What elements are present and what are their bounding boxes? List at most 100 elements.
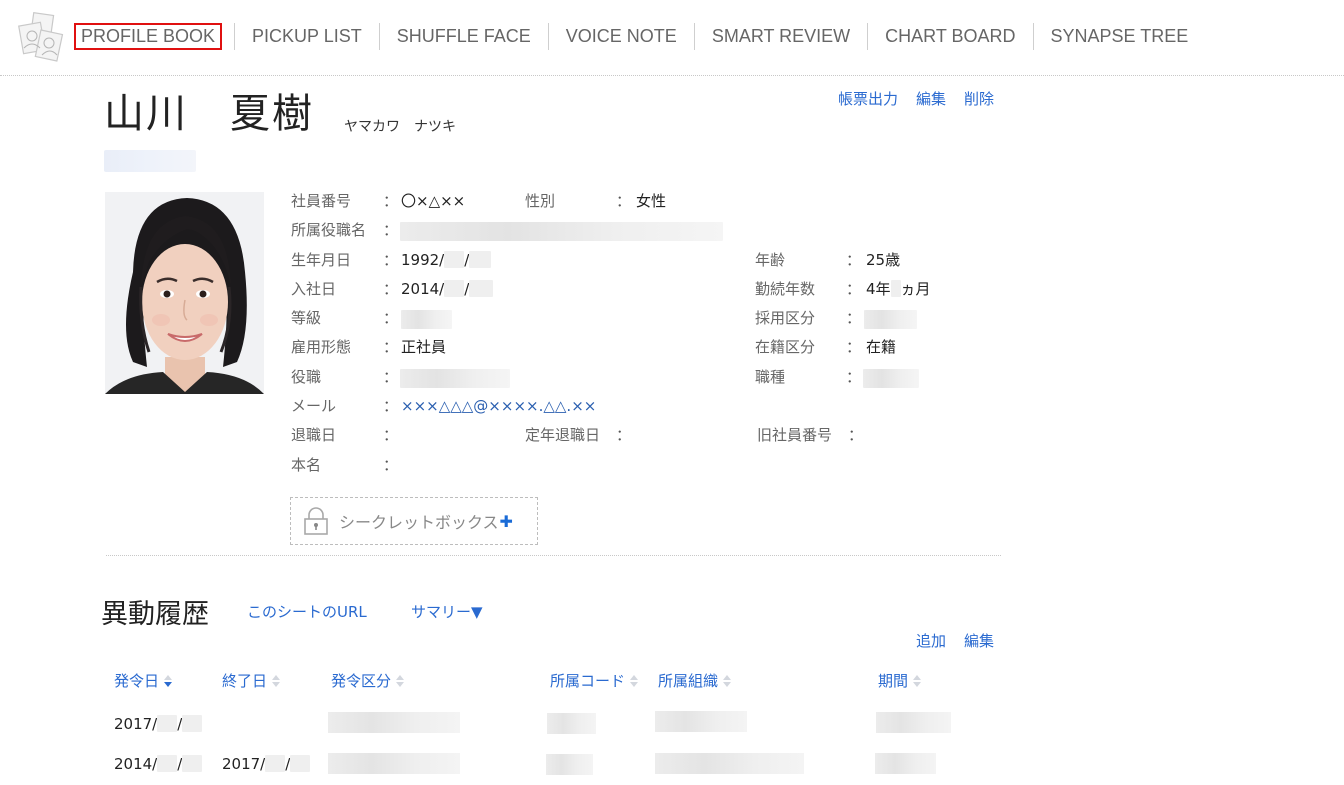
redacted <box>157 755 178 772</box>
colon: ： <box>846 309 862 328</box>
delete-profile-link[interactable]: 削除 <box>964 88 994 109</box>
join-date-label: 入社日 <box>291 279 337 298</box>
end-date-cell: 2017// <box>222 752 311 773</box>
colon: ： <box>383 192 399 210</box>
job-type-label: 職種 <box>755 367 786 386</box>
nav-voice-note[interactable]: VOICE NOTE <box>547 23 694 50</box>
nav-chart-board[interactable]: CHART BOARD <box>867 23 1032 50</box>
sort-icon <box>630 674 639 687</box>
secret-box-button[interactable]: シークレットボックス ✚ <box>290 497 538 545</box>
colon: ： <box>383 338 399 357</box>
colon: ： <box>848 426 864 445</box>
secret-box-label: シークレットボックス <box>339 513 499 532</box>
birthdate-year: 1992/ <box>401 250 445 269</box>
redacted-badge <box>104 150 196 172</box>
period-redacted <box>875 753 936 774</box>
start-year: 2014/ <box>114 755 158 773</box>
column-header-organization[interactable]: 所属組織 <box>658 670 732 691</box>
tenure-label: 勤続年数 <box>755 279 816 298</box>
info-row: 入社日 ： 2014// 勤続年数 ： 4年 ヵ月 <box>291 275 1011 304</box>
issue-type-redacted <box>328 712 460 733</box>
organization-redacted <box>655 753 804 774</box>
column-label: 所属組織 <box>658 672 719 690</box>
info-row: 役職 ： 職種 ： <box>291 363 1011 392</box>
birthdate-value: 1992// <box>401 246 492 275</box>
redacted <box>265 755 286 772</box>
info-row: 生年月日 ： 1992// 年齢 ： 25歳 <box>291 246 1011 275</box>
colon: ： <box>383 221 399 240</box>
job-type-value-redacted <box>863 368 919 388</box>
column-header-period[interactable]: 期間 <box>878 670 922 691</box>
profile-info: 社員番号 ： 〇×△×× 性別 ： 女性 所属役職名 ： 生年月日 ： 1992… <box>291 187 1011 480</box>
affiliation-title-value-redacted <box>400 222 723 242</box>
redacted <box>890 279 901 297</box>
employee-no-value: 〇×△×× <box>401 192 466 210</box>
column-header-end-date[interactable]: 終了日 <box>222 670 281 691</box>
profile-actions: 帳票出力 編集 削除 <box>838 88 994 109</box>
position-value-redacted <box>400 368 510 388</box>
sort-icon <box>396 674 405 687</box>
affiliation-title-label: 所属役職名 <box>291 221 367 240</box>
status-label: 在籍区分 <box>755 338 816 357</box>
redacted <box>444 250 465 268</box>
status-value: 在籍 <box>866 338 897 357</box>
profile-photo <box>105 192 264 394</box>
top-navigation: PROFILE BOOK PICKUP LIST SHUFFLE FACE VO… <box>0 0 1344 76</box>
nav-synapse-tree[interactable]: SYNAPSE TREE <box>1032 23 1206 50</box>
export-report-link[interactable]: 帳票出力 <box>838 88 898 109</box>
start-date-cell: 2017// <box>114 712 203 733</box>
info-row: 退職日 ： 定年退職日 ： 旧社員番号 ： <box>291 421 1011 450</box>
nav-smart-review[interactable]: SMART REVIEW <box>693 23 867 50</box>
nav-pickup-list[interactable]: PICKUP LIST <box>234 23 379 50</box>
employee-name: 山川 夏樹 <box>104 91 314 137</box>
end-year: 2017/ <box>222 755 266 773</box>
organization-redacted <box>655 711 747 732</box>
edit-history-link[interactable]: 編集 <box>964 630 994 651</box>
dept-code-redacted <box>547 713 596 734</box>
email-label: メール <box>291 397 337 416</box>
info-row: 社員番号 ： 〇×△×× 性別 ： 女性 <box>291 187 1011 216</box>
column-label: 所属コード <box>550 672 626 690</box>
start-year: 2017/ <box>114 715 158 733</box>
edit-profile-link[interactable]: 編集 <box>916 88 946 109</box>
column-label: 期間 <box>878 672 909 690</box>
start-date-cell: 2014// <box>114 752 203 773</box>
colon: ： <box>616 426 632 445</box>
colon: ： <box>383 250 399 269</box>
nav-shuffle-face[interactable]: SHUFFLE FACE <box>378 23 548 50</box>
real-name-label: 本名 <box>291 455 322 474</box>
column-header-issue-type[interactable]: 発令区分 <box>331 670 405 691</box>
employment-type-label: 雇用形態 <box>291 338 352 357</box>
add-history-link[interactable]: 追加 <box>916 630 946 651</box>
info-row: 所属役職名 ： <box>291 216 1011 245</box>
column-header-dept-code[interactable]: 所属コード <box>550 670 639 691</box>
tenure-years: 4年 <box>866 279 891 298</box>
colon: ： <box>846 279 862 298</box>
column-header-issue-date[interactable]: 発令日 <box>114 670 173 691</box>
photo-stack-icon[interactable] <box>18 12 64 62</box>
column-label: 発令区分 <box>331 672 392 690</box>
dept-code-redacted <box>546 754 593 775</box>
nav-profile-book[interactable]: PROFILE BOOK <box>74 23 223 50</box>
colon: ： <box>383 367 399 386</box>
employee-name-kana: ヤマカワ ナツキ <box>344 119 456 135</box>
colon: ： <box>383 426 399 445</box>
summary-dropdown[interactable]: サマリー▼ <box>411 601 483 622</box>
age-label: 年齢 <box>755 250 786 269</box>
nav-menu: PROFILE BOOK PICKUP LIST SHUFFLE FACE VO… <box>74 23 1205 50</box>
old-employee-no-label: 旧社員番号 <box>757 426 833 445</box>
sort-desc-icon <box>164 674 173 687</box>
sheet-url-link[interactable]: このシートのURL <box>247 601 367 622</box>
email-link[interactable]: ×××△△△@××××.△△.×× <box>401 392 596 421</box>
retire-date-label: 退職日 <box>291 426 337 445</box>
column-label: 終了日 <box>222 672 268 690</box>
redacted <box>469 250 492 268</box>
tenure-value: 4年 ヵ月 <box>866 275 931 304</box>
profile-header: 山川 夏樹 ヤマカワ ナツキ <box>104 86 456 142</box>
position-label: 役職 <box>291 367 322 386</box>
tenure-months-suffix: ヵ月 <box>900 279 931 298</box>
employee-no-label: 社員番号 <box>291 192 352 210</box>
info-row: メール ： ×××△△△@××××.△△.×× <box>291 392 1011 421</box>
redacted <box>444 279 465 297</box>
redacted <box>469 279 494 297</box>
